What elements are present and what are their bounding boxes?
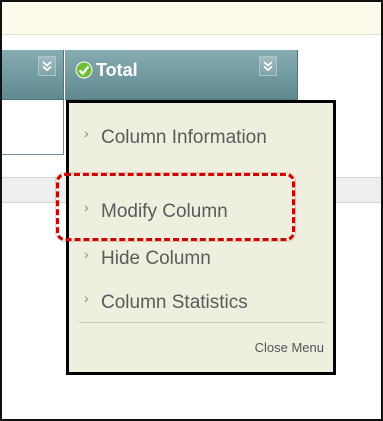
column-header-previous[interactable] (2, 50, 64, 100)
checkmark-icon (75, 61, 93, 79)
grid-cell[interactable] (2, 99, 64, 155)
chevron-double-down-icon[interactable] (38, 56, 56, 76)
chevron-right-icon: › (84, 199, 89, 215)
menu-divider (79, 322, 325, 323)
chevron-double-down-icon[interactable] (259, 56, 277, 76)
menu-item-column-statistics[interactable]: › Column Statistics (84, 290, 323, 315)
gradebook-frame: Total › Column Information › Modify Colu… (0, 0, 383, 421)
menu-item-column-information[interactable]: › Column Information (84, 125, 323, 150)
chevron-right-icon: › (84, 246, 89, 262)
menu-item-modify-column[interactable]: › Modify Column (84, 199, 323, 224)
toolbar-strip (2, 2, 381, 35)
close-menu-link[interactable]: Close Menu (255, 339, 324, 357)
chevron-right-icon: › (84, 125, 89, 141)
menu-item-label: Modify Column (101, 201, 228, 222)
menu-item-label: Hide Column (101, 248, 211, 269)
chevron-right-icon: › (84, 290, 89, 306)
column-header-row: Total (2, 50, 298, 100)
column-context-menu: › Column Information › Modify Column › H… (66, 100, 336, 375)
menu-item-label: Column Information (101, 127, 267, 148)
menu-item-label: Column Statistics (101, 292, 248, 313)
column-header-total[interactable]: Total (65, 50, 298, 100)
column-header-label: Total (96, 60, 138, 80)
column-header-title: Total (75, 58, 138, 82)
menu-item-hide-column[interactable]: › Hide Column (84, 246, 323, 271)
